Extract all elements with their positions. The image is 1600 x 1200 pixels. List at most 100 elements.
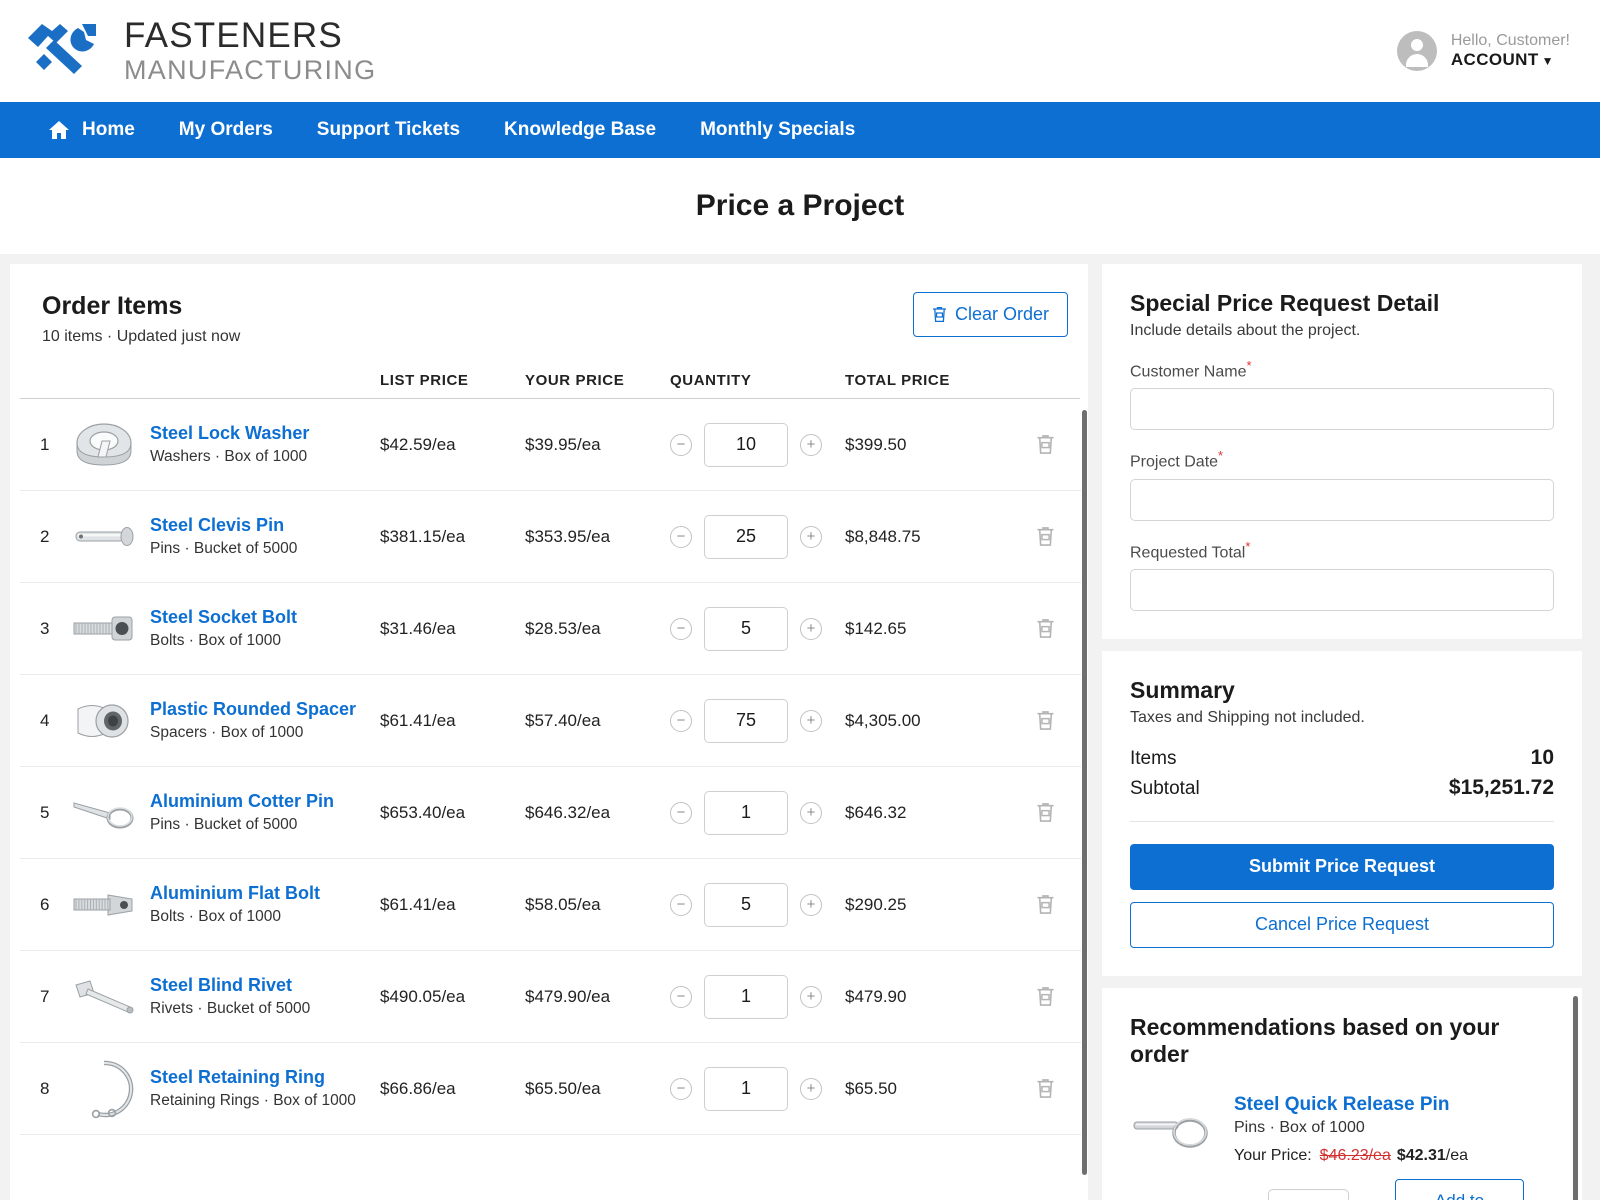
quantity-input[interactable]: 75 [704,698,788,743]
row-quantity-stepper[interactable]: −1 + [670,1066,845,1111]
nav-item-monthly-specials[interactable]: Monthly Specials [678,102,877,158]
quantity-input[interactable]: 1 [704,790,788,835]
minus-circle-icon[interactable]: − [670,1077,692,1100]
summary-subtitle: Taxes and Shipping not included. [1130,708,1365,726]
trash-icon[interactable] [1036,1078,1055,1099]
table-row[interactable]: 2 Steel Clevis Pin Pins · Bucket of 5000 $3… [20,491,1088,583]
plus-circle-icon[interactable]: + [800,1077,822,1100]
table-row[interactable]: 5 Aluminium Cotter Pin Pins · Bucket of 50… [20,767,1088,859]
quantity-input[interactable]: 5 [704,606,788,651]
row-list-price: $42.59/ea [380,434,456,454]
minus-circle-icon[interactable]: − [670,525,692,548]
project-date-input[interactable] [1130,478,1554,521]
submit-price-request-button[interactable]: Submit Price Request [1130,843,1554,890]
nav-item-home[interactable]: Home [26,102,157,158]
recommendation-quantity-input[interactable]: 1 [1268,1188,1350,1200]
account-menu[interactable]: Hello, Customer! ACCOUNT ▼ [1396,31,1570,71]
row-delete-button[interactable] [1015,802,1075,823]
plus-circle-icon[interactable]: + [800,893,822,916]
table-row[interactable]: 8 Steel Retaining Ring Retaining Rings · B… [20,1043,1088,1135]
minus-circle-icon[interactable]: − [670,617,692,640]
row-quantity-stepper[interactable]: −75 + [670,698,845,743]
column-header-your-price: YOUR PRICE [525,372,625,389]
clear-order-button[interactable]: Clear Order [912,292,1068,337]
product-name-link[interactable]: Aluminium Cotter Pin [150,791,334,811]
summary-subtotal-row: Subtotal $15,251.72 [1130,773,1554,803]
product-name-link[interactable]: Steel Lock Washer [150,423,309,443]
row-index: 2 [40,526,50,546]
row-delete-button[interactable] [1015,894,1075,915]
nav-item-support-tickets[interactable]: Support Tickets [295,102,482,158]
row-quantity-stepper[interactable]: −10 + [670,422,845,467]
table-row[interactable]: 1 Steel Lock Washer Washers · Box of 1000 $… [20,399,1088,491]
column-header-quantity: QUANTITY [670,372,752,389]
trash-icon[interactable] [1036,710,1055,731]
row-delete-button[interactable] [1015,434,1075,455]
requested-total-input[interactable] [1130,568,1554,611]
quantity-input[interactable]: 1 [704,974,788,1019]
row-delete-button[interactable] [1015,526,1075,547]
nav-item-knowledge-base[interactable]: Knowledge Base [482,102,678,158]
quantity-input[interactable]: 10 [704,422,788,467]
row-quantity-stepper[interactable]: −1 + [670,974,845,1019]
plus-circle-icon[interactable]: + [800,985,822,1008]
row-delete-button[interactable] [1015,1078,1075,1099]
nav-item-my-orders[interactable]: My Orders [157,102,295,158]
minus-circle-icon[interactable]: − [670,709,692,732]
quantity-input[interactable]: 25 [704,514,788,559]
brand-logo[interactable]: FASTENERS MANUFACTURING [22,18,376,84]
row-delete-button[interactable] [1015,986,1075,1007]
minus-circle-icon[interactable]: − [670,985,692,1008]
add-to-order-button[interactable]: Add to Order [1395,1178,1524,1200]
row-index: 8 [40,1078,50,1098]
order-table-column-headers: LIST PRICE YOUR PRICE QUANTITY TOTAL PRI… [20,346,1080,399]
quantity-input[interactable]: 1 [704,1066,788,1111]
trash-icon[interactable] [1036,434,1055,455]
minus-circle-icon[interactable]: − [670,801,692,824]
row-total-price: $142.65 [845,618,907,638]
plus-circle-icon[interactable]: + [800,433,822,456]
minus-circle-icon[interactable]: − [670,433,692,456]
row-total-price: $290.25 [845,894,907,914]
product-name-link[interactable]: Aluminium Flat Bolt [150,883,320,903]
quantity-input[interactable]: 5 [704,882,788,927]
row-your-price: $353.95/ea [525,526,611,546]
page-title: Price a Project [695,189,905,222]
plus-circle-icon[interactable]: + [800,617,822,640]
trash-icon[interactable] [1036,526,1055,547]
product-name-link[interactable]: Steel Blind Rivet [150,975,292,995]
row-quantity-stepper[interactable]: −1 + [670,790,845,835]
trash-icon[interactable] [1036,986,1055,1007]
product-name-link[interactable]: Steel Socket Bolt [150,607,297,627]
table-row[interactable]: 4 Plastic Rounded Spacer Spacers · Box of … [20,675,1088,767]
recommendation-item: Steel Quick Release Pin Pins · Box of 10… [1130,1094,1554,1200]
customer-name-input[interactable] [1130,388,1554,431]
recommendation-product-name[interactable]: Steel Quick Release Pin [1234,1094,1554,1116]
row-delete-button[interactable] [1015,710,1075,731]
order-table-scrollbar[interactable] [1081,410,1088,1175]
product-name-link[interactable]: Steel Retaining Ring [150,1067,325,1087]
table-row[interactable]: 6 Aluminium Flat Bolt Bolts · Box of 1000 $… [20,859,1088,951]
order-rows-list[interactable]: 1 Steel Lock Washer Washers · Box of 1000 $… [20,399,1088,1159]
table-row[interactable]: 7 Steel Blind Rivet Rivets · Bucket of 500… [20,951,1088,1043]
row-your-price: $28.53/ea [525,618,601,638]
account-button[interactable]: ACCOUNT ▼ [1451,50,1570,70]
table-row[interactable]: 3 Steel Socket Bolt Bolts · Box of 1000 $31… [20,583,1088,675]
row-delete-button[interactable] [1015,618,1075,639]
cancel-price-request-button[interactable]: Cancel Price Request [1130,901,1554,948]
product-name-link[interactable]: Plastic Rounded Spacer [150,699,356,719]
plus-circle-icon[interactable]: + [800,709,822,732]
plus-circle-icon[interactable]: + [800,525,822,548]
row-quantity-stepper[interactable]: −5 + [670,606,845,651]
project-date-label: Project Date* [1130,448,1554,471]
row-your-price: $58.05/ea [525,894,601,914]
plus-circle-icon[interactable]: + [800,801,822,824]
minus-circle-icon[interactable]: − [670,893,692,916]
product-name-link[interactable]: Steel Clevis Pin [150,515,284,535]
trash-icon[interactable] [1036,894,1055,915]
trash-icon[interactable] [1036,618,1055,639]
row-quantity-stepper[interactable]: −25 + [670,514,845,559]
row-quantity-stepper[interactable]: −5 + [670,882,845,927]
recommendations-scrollbar[interactable] [1573,995,1580,1200]
trash-icon[interactable] [1036,802,1055,823]
